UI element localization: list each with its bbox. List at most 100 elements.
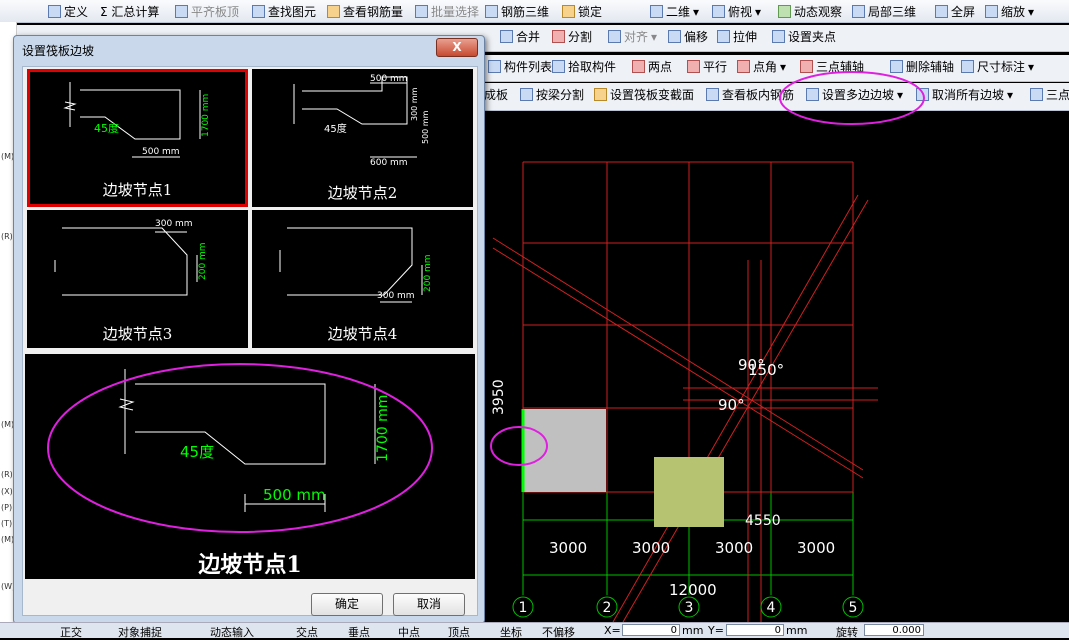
- bay-dimension: 3000: [549, 539, 587, 557]
- set-grip-button[interactable]: 设置夹点: [772, 28, 836, 45]
- pick-component-button[interactable]: 拾取构件: [552, 58, 616, 75]
- fullscreen-button[interactable]: 全屏: [935, 3, 975, 20]
- component-list-button[interactable]: 构件列表: [488, 58, 552, 75]
- summary-calc-button[interactable]: Σ 汇总计算: [100, 3, 159, 20]
- ortho-toggle[interactable]: 正交: [60, 624, 82, 640]
- slab-gray[interactable]: [523, 409, 606, 492]
- strip-label: (P): [1, 503, 13, 512]
- zoom-dropdown[interactable]: 缩放 ▾: [985, 3, 1034, 20]
- height-text: 200 mm: [423, 254, 433, 292]
- bay-dimension: 3000: [632, 539, 670, 557]
- thumbnail-grid: 45度 1700 mm 500 mm 边坡节点1 500 mm 45度 300 …: [25, 69, 473, 351]
- vertex-snap[interactable]: 顶点: [448, 624, 470, 640]
- lock-button[interactable]: 锁定: [562, 3, 602, 20]
- split-icon: [552, 30, 565, 43]
- unit-label: mm: [786, 624, 808, 637]
- generate-slab-button[interactable]: 成板: [484, 86, 508, 103]
- merge-icon: [500, 30, 513, 43]
- find-element-button[interactable]: 查找图元: [252, 3, 316, 20]
- main-toolbar: 定义 Σ 汇总计算 平齐板顶 查找图元 查看钢筋量 批量选择 钢筋三维 锁定 二…: [0, 0, 1069, 23]
- define-icon: [48, 5, 61, 18]
- height-text: 1700 mm: [201, 94, 211, 137]
- find-icon: [252, 5, 265, 18]
- zoom-icon: [985, 5, 998, 18]
- dimension-icon: [961, 60, 974, 73]
- grip-icon: [772, 30, 785, 43]
- angle-label: 90°: [718, 396, 745, 414]
- bay-dimension: 3000: [715, 539, 753, 557]
- variable-section-button[interactable]: 设置筏板变截面: [594, 86, 694, 103]
- stretch-button[interactable]: 拉伸: [717, 28, 757, 45]
- top-view-dropdown[interactable]: 俯视 ▾: [712, 3, 761, 20]
- local-3d-button[interactable]: 局部三维: [852, 3, 916, 20]
- 2d-dropdown[interactable]: 二维 ▾: [650, 3, 699, 20]
- thumb-label: 边坡节点4: [327, 325, 398, 343]
- midpoint-snap[interactable]: 中点: [398, 624, 420, 640]
- chevron-down-icon: ▾: [651, 29, 658, 44]
- thumb-label: 边坡节点1: [102, 181, 173, 199]
- batch-select-button[interactable]: 批量选择: [415, 3, 479, 20]
- parallel-button[interactable]: 平行: [687, 58, 727, 75]
- top-width-text: 500 mm: [370, 74, 408, 84]
- thumb-label: 边坡节点2: [327, 184, 398, 202]
- merge-button[interactable]: 合并: [500, 28, 540, 45]
- ok-button[interactable]: 确定: [311, 593, 383, 616]
- cancel-all-slopes-button[interactable]: 取消所有边坡 ▾: [916, 86, 1013, 103]
- y-input[interactable]: 0: [726, 624, 784, 636]
- height-text: 500 mm: [421, 110, 430, 144]
- offset-select[interactable]: 不偏移: [542, 624, 575, 640]
- stretch-icon: [717, 30, 730, 43]
- two-point-icon: [632, 60, 645, 73]
- three-point-button[interactable]: 三点: [1030, 86, 1069, 103]
- rebar-icon: [327, 5, 340, 18]
- cancel-button[interactable]: 取消: [393, 593, 465, 616]
- object-snap-toggle[interactable]: 对象捕捉: [118, 624, 162, 640]
- height-text: 200 mm: [198, 242, 208, 280]
- align-top-icon: [175, 5, 188, 18]
- top-view-icon: [712, 5, 725, 18]
- split-by-beam-button[interactable]: 按梁分割: [520, 86, 584, 103]
- dialog-body: 45度 1700 mm 500 mm 边坡节点1 500 mm 45度 300 …: [22, 66, 478, 616]
- intersection-snap[interactable]: 交点: [296, 624, 318, 640]
- align-icon: [608, 30, 621, 43]
- align-dropdown[interactable]: 对齐 ▾: [608, 28, 657, 45]
- slope-node-3-option[interactable]: 300 mm 200 mm 边坡节点3: [27, 210, 248, 348]
- cad-drawing: 90° 150° 90° 3950 4550 3000 3000 3000 30…: [490, 161, 878, 623]
- angle-label: 150°: [748, 361, 784, 379]
- right-dimension: 4550: [745, 513, 781, 529]
- view-rebar-button[interactable]: 查看钢筋量: [327, 3, 403, 20]
- bay-dimension: 3000: [797, 539, 835, 557]
- two-point-button[interactable]: 两点: [632, 58, 672, 75]
- define-button[interactable]: 定义: [48, 3, 88, 20]
- slope-node-2-option[interactable]: 500 mm 45度 300 mm 500 mm 600 mm 边坡节点2: [252, 69, 473, 207]
- coordinate-snap[interactable]: 坐标: [500, 624, 522, 640]
- dimension-dropdown[interactable]: 尺寸标注 ▾: [961, 58, 1034, 75]
- local-3d-icon: [852, 5, 865, 18]
- height-text: 300 mm: [410, 87, 419, 121]
- preview-label: 边坡节点1: [198, 552, 302, 578]
- slope-node-1-option[interactable]: 45度 1700 mm 500 mm 边坡节点1: [27, 69, 248, 207]
- chevron-down-icon: ▾: [1007, 87, 1014, 102]
- status-bar: 正交 对象捕捉 动态输入 交点 垂点 中点 顶点 坐标 不偏移 X= 0 mm …: [0, 622, 1069, 640]
- split-button[interactable]: 分割: [552, 28, 592, 45]
- slope-node-4-option[interactable]: 300 mm 200 mm 边坡节点4: [252, 210, 473, 348]
- drawing-canvas[interactable]: 90° 150° 90° 3950 4550 3000 3000 3000 30…: [483, 110, 1069, 623]
- perpendicular-snap[interactable]: 垂点: [348, 624, 370, 640]
- rotate-input[interactable]: 0.000: [864, 624, 924, 636]
- annotation-ellipse: [779, 71, 925, 125]
- dynamic-observe-button[interactable]: 动态观察: [778, 3, 842, 20]
- x-input[interactable]: 0: [622, 624, 680, 636]
- angle-text: 45度: [94, 121, 119, 135]
- close-button[interactable]: X: [436, 38, 478, 57]
- dialog-title: 设置筏板边坡: [22, 44, 95, 58]
- slope-dialog: 设置筏板边坡 X 45度 1700 mm 500 mm 边坡节点1 500 mm…: [13, 35, 485, 624]
- y-label: Y=: [708, 624, 724, 637]
- rebar-3d-button[interactable]: 钢筋三维: [485, 3, 549, 20]
- parallel-icon: [687, 60, 700, 73]
- align-top-button[interactable]: 平齐板顶: [175, 3, 239, 20]
- offset-button[interactable]: 偏移: [668, 28, 708, 45]
- slab-olive[interactable]: [654, 457, 724, 527]
- slab-rebar-icon: [706, 88, 719, 101]
- width-text: 500 mm: [142, 147, 180, 157]
- dynamic-input-toggle[interactable]: 动态输入: [210, 624, 254, 640]
